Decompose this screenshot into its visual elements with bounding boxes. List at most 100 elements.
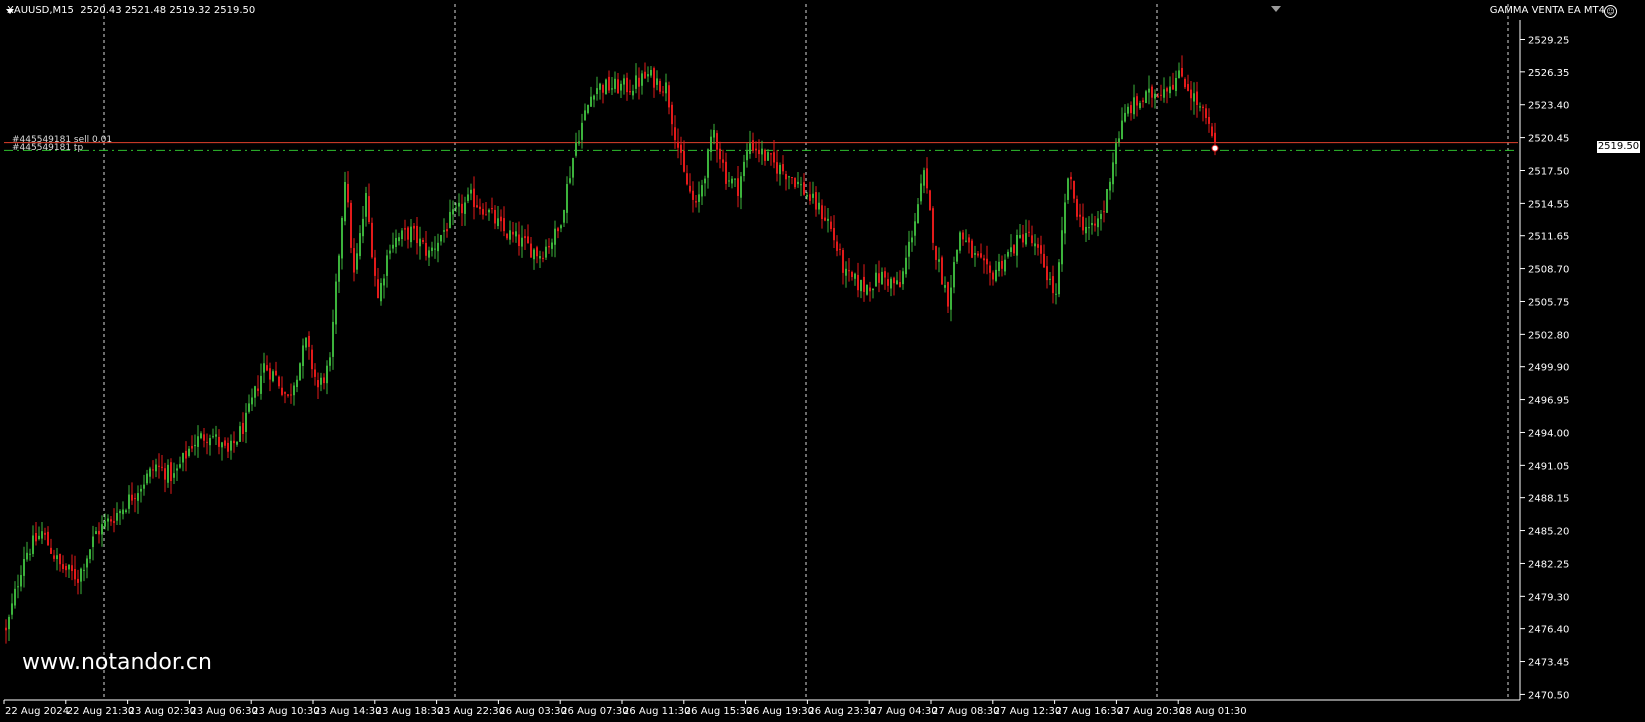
candle-body	[389, 250, 391, 254]
candle-body	[773, 152, 775, 163]
chart-shift-marker[interactable]	[1271, 6, 1281, 12]
candle	[71, 554, 73, 581]
candle-body	[515, 231, 517, 237]
candle-body	[41, 531, 43, 539]
candle-body	[602, 84, 604, 93]
candle	[518, 221, 520, 256]
candle-body	[818, 202, 820, 210]
candle-body	[1067, 178, 1069, 200]
candle	[941, 255, 943, 285]
candle-body	[1031, 235, 1033, 244]
candle	[365, 186, 367, 227]
candle	[587, 104, 589, 115]
candle-body	[254, 386, 256, 398]
candle-body	[608, 76, 610, 91]
time-tick-label: 23 Aug 18:30	[376, 706, 443, 717]
candle	[650, 65, 652, 78]
candle-body	[542, 257, 544, 259]
smiley-icon[interactable]: ☺	[1604, 5, 1617, 18]
candle	[533, 248, 535, 270]
candle-body	[1130, 105, 1132, 114]
candle-body	[677, 141, 679, 148]
candle-body	[1118, 138, 1120, 143]
candle-body	[425, 242, 427, 256]
candle	[1115, 138, 1117, 177]
price-chart[interactable]: 2529.25 2526.35 2523.40 2520.45 2517.50 2514.…	[0, 0, 1645, 722]
candle-body	[659, 81, 661, 92]
candle	[593, 94, 595, 108]
candle-body	[848, 270, 850, 272]
candle-body	[86, 558, 88, 568]
candle	[215, 425, 217, 445]
candle-body	[1001, 260, 1003, 269]
candle	[14, 581, 16, 609]
candle	[737, 166, 739, 208]
candle	[512, 221, 514, 243]
candle	[968, 234, 970, 254]
candle-body	[209, 438, 211, 446]
candle-body	[104, 521, 106, 527]
candle	[482, 203, 484, 220]
candle	[1001, 255, 1003, 277]
candle	[209, 434, 211, 456]
candle-body	[788, 176, 790, 178]
candle-body	[1040, 245, 1042, 254]
candle	[38, 526, 40, 541]
time-tick-label: 23 Aug 14:30	[314, 706, 381, 717]
candle-body	[1109, 181, 1111, 191]
candle-body	[161, 466, 163, 468]
candle-body	[176, 468, 178, 471]
candle	[485, 202, 487, 216]
candle	[719, 141, 721, 169]
candle	[1097, 211, 1099, 237]
candle	[449, 199, 451, 229]
candle	[998, 253, 1000, 277]
candle-body	[305, 337, 307, 348]
candle-body	[437, 242, 439, 252]
candle-body	[566, 184, 568, 213]
candle-body	[695, 201, 697, 203]
candle	[35, 522, 37, 546]
candle-body	[464, 202, 466, 214]
candle	[371, 217, 373, 259]
candle-body	[971, 240, 973, 258]
candle	[1127, 103, 1129, 117]
time-axis[interactable]: 22 Aug 202422 Aug 21:3023 Aug 02:3023 Au…	[3, 699, 1520, 717]
candle-body	[551, 242, 553, 249]
candle	[185, 441, 187, 472]
candle-body	[407, 227, 409, 240]
price-tick-label: 2494.00	[1528, 428, 1569, 439]
candle-body	[869, 287, 871, 292]
candle	[329, 352, 331, 372]
candle	[581, 113, 583, 149]
time-tick-label: 23 Aug 06:30	[190, 706, 257, 717]
candle	[548, 238, 550, 254]
candle-body	[965, 240, 967, 242]
candle	[1049, 272, 1051, 286]
candle-body	[878, 273, 880, 283]
candle-body	[1097, 218, 1099, 228]
candle	[554, 220, 556, 258]
candle-body	[1166, 88, 1168, 92]
candle	[836, 235, 838, 257]
candle-body	[794, 178, 796, 188]
candle	[653, 66, 655, 98]
candle-body	[1046, 266, 1048, 281]
candle	[707, 148, 709, 189]
candle-body	[284, 392, 286, 394]
candle-body	[746, 151, 748, 161]
candle	[119, 509, 121, 525]
candle-body	[548, 246, 550, 248]
candle	[866, 284, 868, 296]
candle	[740, 171, 742, 210]
candle-body	[188, 448, 190, 456]
price-tick-label: 2502.80	[1528, 330, 1569, 341]
candle-body	[518, 234, 520, 247]
candle	[170, 458, 172, 494]
candle	[971, 238, 973, 259]
candle-body	[482, 208, 484, 215]
candle-body	[809, 194, 811, 201]
candle-body	[149, 468, 151, 477]
expert-advisor-name: GAMMA VENTA EA MT4	[1489, 5, 1605, 16]
price-axis[interactable]: 2529.25 2526.35 2523.40 2520.45 2517.50 2514.…	[1519, 20, 1569, 701]
